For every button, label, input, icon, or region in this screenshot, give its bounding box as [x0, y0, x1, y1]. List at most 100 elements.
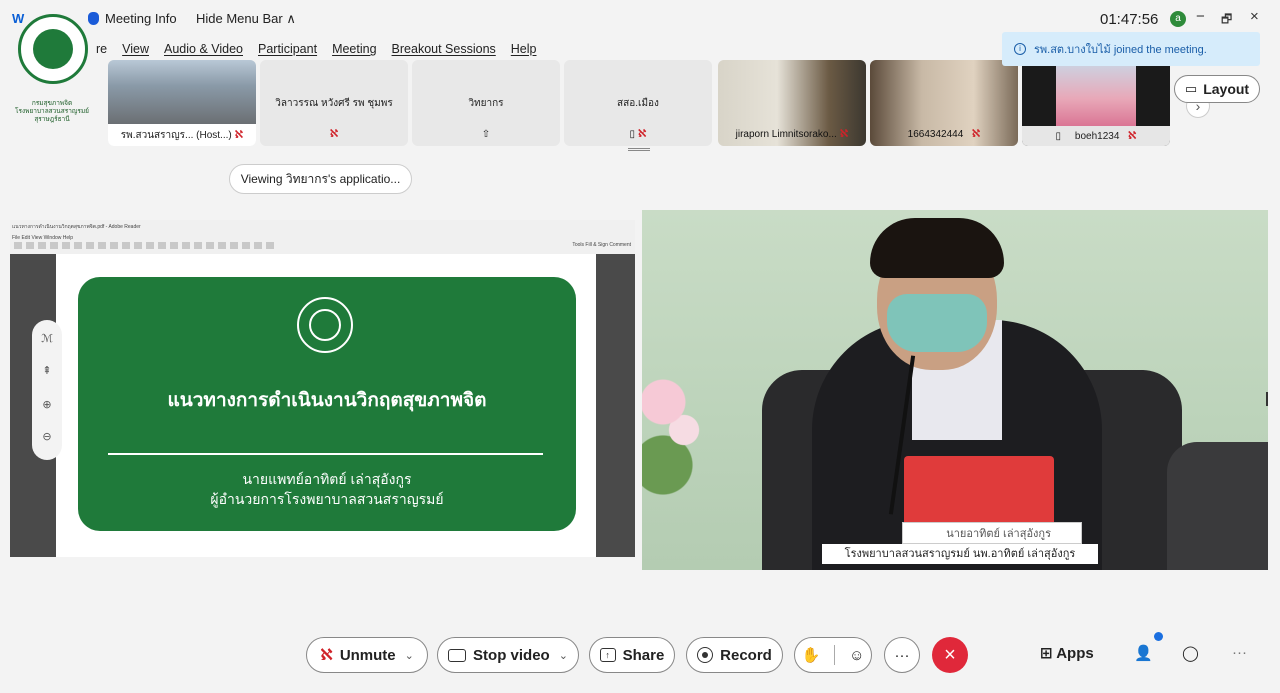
- participant-name: วิลาวรรณ หวังศรี รพ ชุมพร: [275, 98, 393, 109]
- pdf-toolbar-icons: [14, 242, 274, 249]
- participant-name: วิทยากร: [468, 98, 504, 109]
- join-notification[interactable]: i รพ.สต.บางใบไม้ joined the meeting.: [1002, 32, 1260, 66]
- reactions-group: ✋ ☺: [794, 637, 872, 673]
- sharing-icon: ⇧: [481, 129, 491, 140]
- muted-mic-icon: ℵ: [329, 128, 339, 140]
- participant-tile[interactable]: วิทยากร ⇧: [412, 60, 560, 146]
- more-icon: ···: [894, 646, 910, 664]
- share-label: Share: [622, 646, 665, 664]
- pdf-tools-tabs: Tools Fill & Sign Comment: [572, 242, 631, 248]
- slide-card: แนวทางการดำเนินงานวิกฤตสุขภาพจิต นายแพทย…: [78, 277, 576, 531]
- participant-tile[interactable]: รพ.สวนสราญร... (Host...) ℵ: [108, 60, 256, 146]
- pdf-floating-toolbar: ℳ ⇞ ⊕ ⊖: [32, 320, 62, 460]
- share-icon: ↑: [599, 648, 616, 662]
- layout-label: Layout: [1203, 81, 1250, 97]
- slide-divider: [108, 453, 543, 455]
- menu-item-view[interactable]: View: [122, 42, 149, 56]
- stop-video-label: Stop video: [473, 646, 550, 664]
- restore-icon[interactable]: 🗗: [1221, 10, 1232, 31]
- zoom-in-icon[interactable]: ⊕: [32, 398, 62, 411]
- participant-tile[interactable]: สสอ.เมือง ▯ ℵ: [564, 60, 712, 146]
- meeting-clock: 01:47:56: [1100, 11, 1159, 28]
- participants-icon: 👤: [1134, 645, 1153, 662]
- flower-decoration: [642, 360, 712, 500]
- menu-bar: re View Audio & Video Participant Meetin…: [96, 42, 537, 56]
- meeting-info-button[interactable]: Meeting Info: [88, 11, 177, 26]
- chevron-up-icon: ∧: [286, 11, 296, 26]
- speaker-caption: โรงพยาบาลสวนสราญรมย์ นพ.อาทิตย์ เล่าสุอั…: [822, 544, 1098, 564]
- muted-mic-icon: ℵ: [637, 128, 647, 140]
- record-label: Record: [720, 646, 772, 664]
- menu-item-audio-video[interactable]: Audio & Video: [164, 42, 243, 56]
- menu-item-participant[interactable]: Participant: [258, 42, 317, 56]
- apps-button[interactable]: ⊞ Apps: [1040, 644, 1094, 662]
- title-bar: W Meeting Info Hide Menu Bar ∧ 01:47:56 …: [0, 0, 1280, 36]
- phone-icon: ▯: [629, 129, 635, 140]
- desk-nameplate: นายอาทิตย์ เล่าสุอังกูร: [902, 522, 1082, 544]
- viewing-share-indicator[interactable]: Viewing วิทยากร's applicatio...: [229, 164, 412, 194]
- hide-menu-bar-label: Hide Menu Bar: [196, 11, 283, 26]
- menu-item-share[interactable]: re: [96, 42, 107, 56]
- strip-resize-handle[interactable]: [628, 148, 650, 151]
- muted-mic-icon: ℵ: [1127, 130, 1137, 142]
- participant-name: boeh1234: [1074, 131, 1120, 142]
- participant-name: 1664342444: [907, 129, 964, 140]
- end-meeting-button[interactable]: ×: [932, 637, 968, 673]
- logo-caption: กรมสุขภาพจิต โรงพยาบาลสวนสราญรมย์ สุราษฎ…: [15, 100, 89, 123]
- zoom-out-icon[interactable]: ⊖: [32, 430, 62, 443]
- participant-tile[interactable]: วิลาวรรณ หวังศรี รพ ชุมพร ℵ: [260, 60, 408, 146]
- apps-icon: ⊞: [1040, 645, 1053, 662]
- slide-subtitle: นายแพทย์อาทิตย์ เล่าสุอังกูร ผู้อำนวยการ…: [210, 471, 444, 507]
- muted-mic-icon: ℵ: [320, 647, 333, 664]
- close-icon: ×: [944, 643, 956, 666]
- menu-item-help[interactable]: Help: [511, 42, 537, 56]
- hide-menu-bar-button[interactable]: Hide Menu Bar ∧: [196, 11, 296, 27]
- slide-title: แนวทางการดำเนินงานวิกฤตสุขภาพจิต: [167, 390, 487, 411]
- sign-icon[interactable]: ℳ: [32, 332, 62, 345]
- chevron-down-icon[interactable]: ⌄: [559, 649, 568, 662]
- pdf-reader-toolbar: แนวทางการดำเนินงานวิกฤตสุขภาพจิต.pdf - A…: [10, 220, 635, 254]
- phone-icon: ▯: [1055, 131, 1062, 142]
- shared-screen[interactable]: แนวทางการดำเนินงานวิกฤตสุขภาพจิต.pdf - A…: [10, 220, 635, 557]
- viewing-text: Viewing วิทยากร's applicatio...: [240, 172, 401, 186]
- more-options-button[interactable]: ···: [884, 637, 920, 673]
- unmute-label: Unmute: [339, 646, 396, 664]
- layout-button[interactable]: ▭ Layout: [1174, 75, 1260, 103]
- share-button[interactable]: ↑ Share: [589, 637, 675, 673]
- minimize-icon[interactable]: −: [1196, 8, 1205, 25]
- camera-icon: [448, 648, 467, 662]
- stop-video-button[interactable]: Stop video ⌄: [437, 637, 579, 673]
- chevron-down-icon[interactable]: ⌄: [405, 649, 414, 662]
- participant-name: สสอ.เมือง: [617, 98, 659, 109]
- notification-text: รพ.สต.บางใบไม้ joined the meeting.: [1034, 44, 1207, 56]
- close-icon[interactable]: ×: [1250, 8, 1259, 25]
- info-icon: i: [1014, 43, 1026, 55]
- unmute-button[interactable]: ℵ Unmute ⌄: [306, 637, 428, 673]
- participant-tile[interactable]: ▯ boeh1234 ℵ: [1022, 60, 1170, 146]
- status-icon[interactable]: a: [1170, 11, 1186, 27]
- pdf-window-title: แนวทางการดำเนินงานวิกฤตสุขภาพจิต.pdf - A…: [12, 224, 141, 230]
- menu-item-breakout-sessions[interactable]: Breakout Sessions: [392, 42, 496, 56]
- reaction-emoji-icon[interactable]: ☺: [849, 647, 864, 664]
- overflow-button[interactable]: ···: [1232, 644, 1247, 661]
- ministry-seal-icon: [18, 14, 88, 84]
- raise-hand-icon[interactable]: ✋: [801, 646, 820, 664]
- participants-button[interactable]: 👤: [1134, 644, 1153, 662]
- muted-mic-icon: ℵ: [234, 129, 244, 141]
- menu-item-meeting[interactable]: Meeting: [332, 42, 376, 56]
- ministry-seal-icon: [297, 297, 353, 353]
- active-speaker-video[interactable]: นายอาทิตย์ เล่าสุอังกูร โรงพยาบาลสวนสราญ…: [642, 210, 1268, 570]
- layout-icon: ▭: [1184, 81, 1198, 96]
- webex-meeting-window: W Meeting Info Hide Menu Bar ∧ 01:47:56 …: [0, 0, 1280, 693]
- muted-mic-icon: ℵ: [839, 128, 849, 140]
- notification-badge: [1154, 632, 1163, 641]
- participant-name: รพ.สวนสราญร... (Host...): [120, 130, 232, 141]
- record-button[interactable]: Record: [686, 637, 783, 673]
- participant-tile[interactable]: 1664342444 ℵ: [870, 60, 1018, 146]
- participant-tile[interactable]: jiraporn Limnitsorako... ℵ: [718, 60, 866, 146]
- select-icon[interactable]: ⇞: [32, 364, 62, 377]
- chat-button[interactable]: ◯: [1182, 644, 1199, 662]
- muted-mic-icon: ℵ: [971, 128, 981, 140]
- meeting-info-label: Meeting Info: [105, 11, 177, 26]
- overflow-icon: ···: [1232, 644, 1247, 661]
